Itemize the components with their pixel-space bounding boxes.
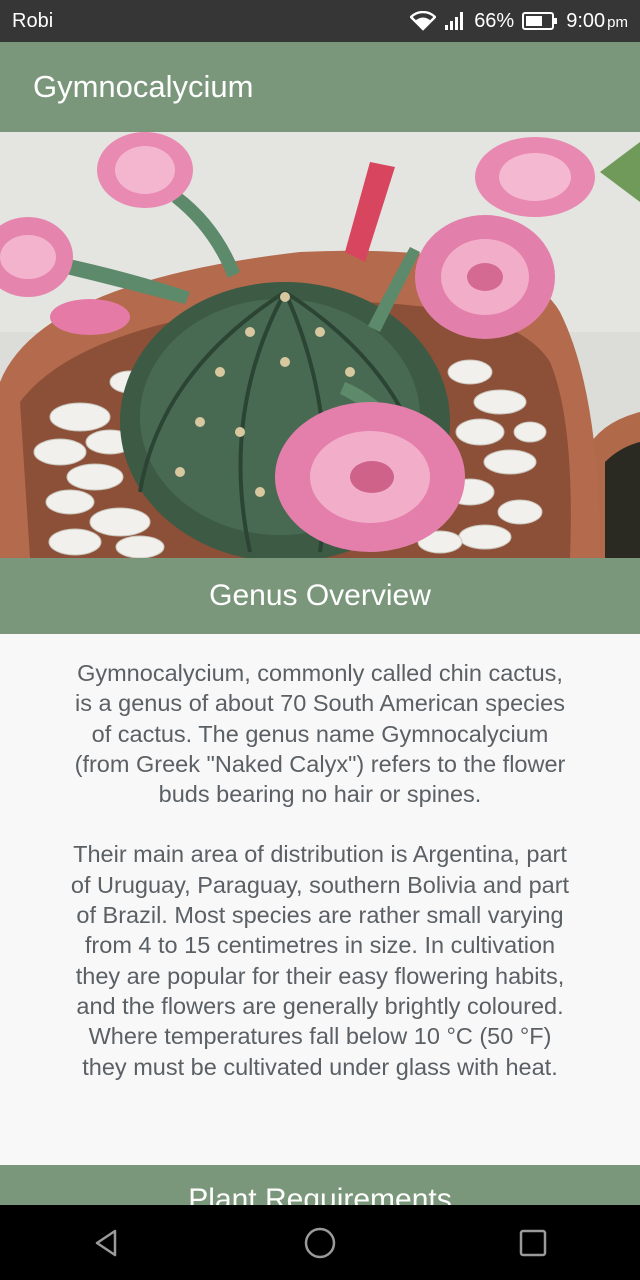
recents-icon <box>520 1229 547 1256</box>
clock: 9:00 pm <box>566 10 628 33</box>
genus-overview-content: Gymnocalycium, commonly called chin cact… <box>0 634 640 1165</box>
home-button[interactable] <box>290 1213 350 1273</box>
navigation-bar <box>0 1205 640 1280</box>
paragraph: Their main area of distribution is Argen… <box>70 841 570 1080</box>
paragraph: Gymnocalycium, commonly called chin cact… <box>74 660 566 808</box>
carrier-label: Robi <box>12 9 54 32</box>
hero-image <box>0 132 640 558</box>
recents-button[interactable] <box>503 1213 563 1273</box>
back-icon <box>95 1229 116 1256</box>
section-header-genus-overview: Genus Overview <box>0 558 640 634</box>
status-indicators: 66% 9:00 pm <box>410 10 628 33</box>
status-bar: Robi 66% 9:00 pm <box>0 0 640 42</box>
app-bar: Gymnocalycium <box>0 42 640 132</box>
home-icon <box>304 1227 336 1258</box>
battery-icon <box>522 11 558 31</box>
wifi-icon <box>410 11 437 31</box>
clock-suffix: pm <box>607 13 628 31</box>
section-title: Genus Overview <box>209 579 431 612</box>
signal-icon <box>444 11 466 31</box>
page-title: Gymnocalycium <box>33 69 254 104</box>
back-button[interactable] <box>77 1213 137 1273</box>
clock-time: 9:00 <box>566 9 606 32</box>
screen: Robi 66% 9:00 pm Gymnocalycium Genus Ove… <box>0 0 640 1280</box>
battery-percent: 66% <box>474 9 515 32</box>
